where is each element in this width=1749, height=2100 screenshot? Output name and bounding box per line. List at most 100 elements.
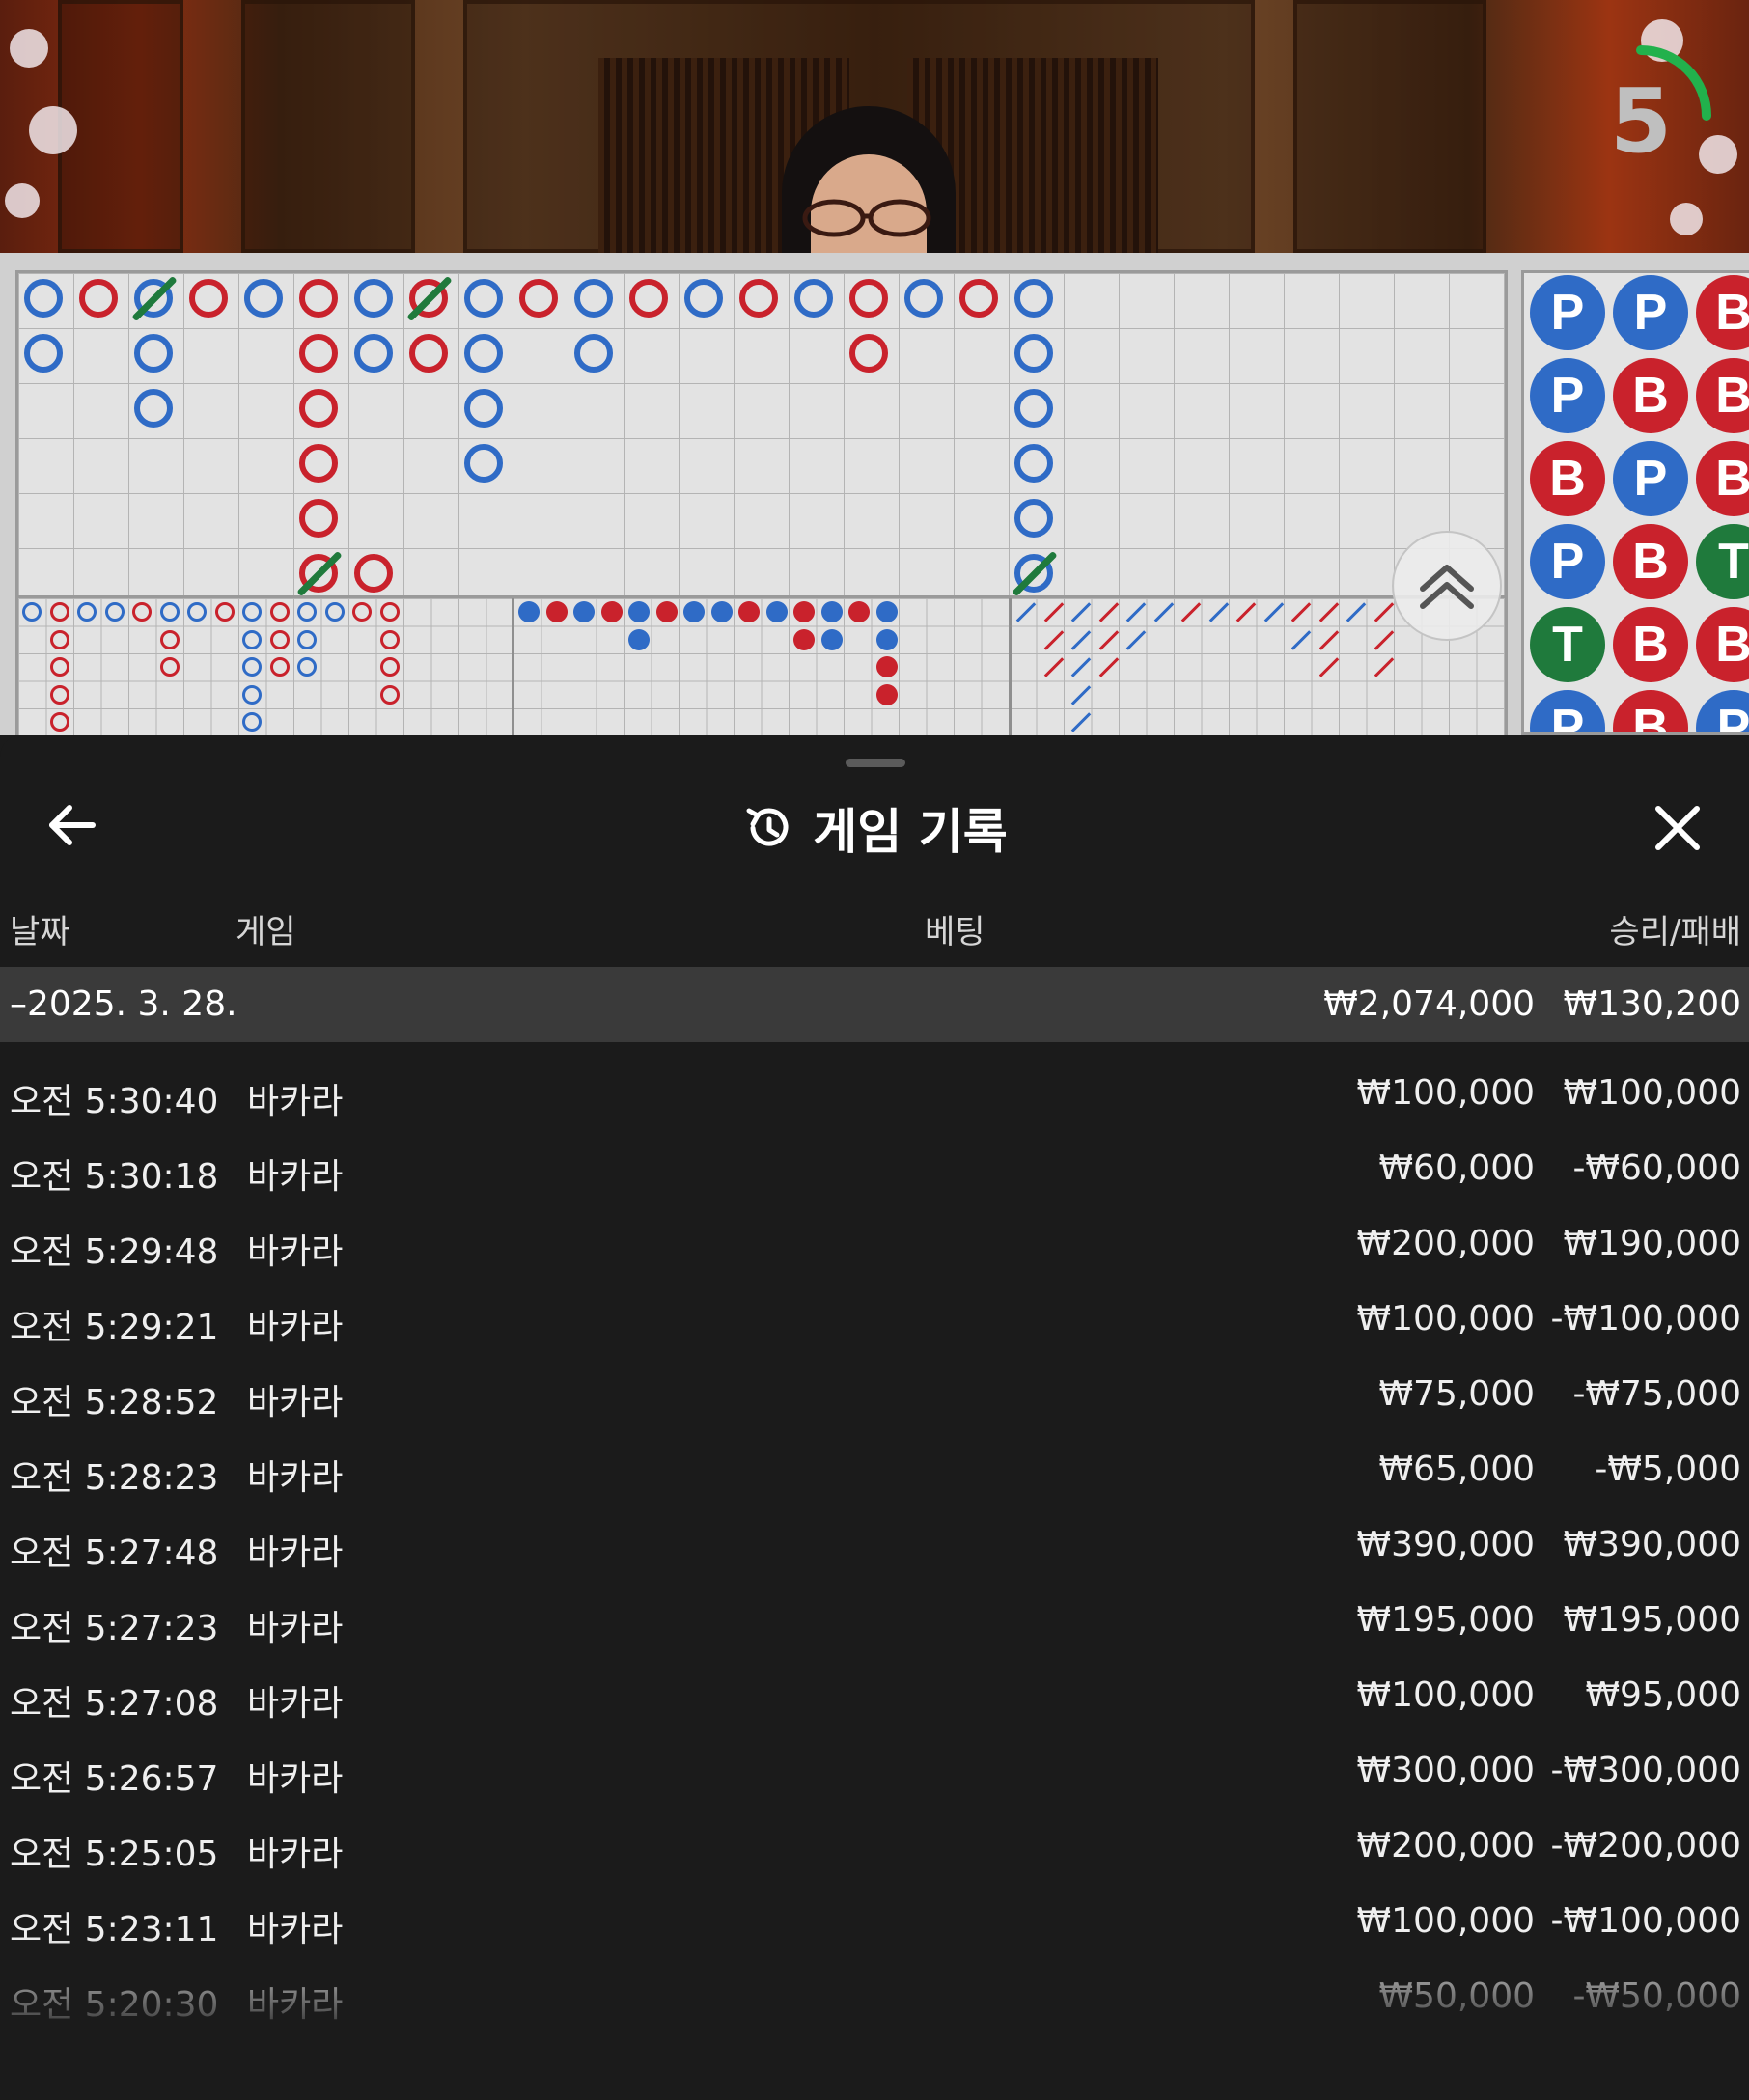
player-marker (1015, 602, 1037, 622)
banker-marker (545, 601, 568, 622)
close-button[interactable] (1641, 791, 1714, 865)
row-bet: ₩390,000 (1356, 1525, 1535, 1564)
row-game: 바카라 (247, 1157, 344, 1197)
banker-marker (132, 602, 152, 622)
history-row[interactable]: 오전 5:30:18 바카라 ₩60,000 -₩60,000 (0, 1137, 1749, 1212)
player-marker (574, 279, 613, 318)
row-game: 바카라 (247, 1534, 344, 1573)
big-road (15, 270, 1508, 598)
blossom (29, 106, 77, 154)
player-marker (794, 279, 833, 318)
history-row[interactable]: 오전 5:25:05 바카라 ₩200,000 -₩200,000 (0, 1814, 1749, 1890)
banker-marker (1043, 657, 1064, 677)
player-marker (242, 657, 262, 677)
player-marker (1014, 334, 1053, 373)
banker-marker (1374, 602, 1394, 622)
player-marker (24, 279, 63, 318)
banker-marker (299, 499, 338, 538)
date-group-win-total: ₩130,200 (1563, 984, 1741, 1024)
bead-b: B (1696, 358, 1749, 433)
blossom (10, 29, 48, 68)
player-marker (628, 628, 650, 650)
banker-marker (214, 602, 235, 622)
bead-b: B (1613, 690, 1688, 732)
row-time: 오전 5:23:11 (10, 1910, 219, 1949)
row-time: 오전 5:28:52 (10, 1383, 219, 1423)
date-group-header[interactable]: –2025. 3. 28. ₩2,074,000 ₩130,200 (0, 967, 1749, 1042)
row-time: 오전 5:28:23 (10, 1458, 219, 1498)
player-marker (1014, 499, 1053, 538)
banker-marker (1291, 602, 1312, 622)
player-marker (904, 279, 943, 318)
banker-marker (875, 656, 898, 677)
banker-marker (49, 657, 69, 677)
player-marker (1346, 602, 1367, 622)
player-marker (875, 601, 898, 622)
banker-marker (1319, 629, 1339, 650)
history-row[interactable]: 오전 5:27:23 바카라 ₩195,000 ₩195,000 (0, 1589, 1749, 1664)
banker-marker (1098, 602, 1119, 622)
player-marker (159, 602, 180, 622)
banker-marker (379, 629, 400, 649)
expand-roadmap-button[interactable] (1392, 531, 1502, 641)
history-row[interactable]: 오전 5:27:48 바카라 ₩390,000 ₩390,000 (0, 1513, 1749, 1589)
player-marker (710, 601, 733, 622)
player-marker (765, 601, 788, 622)
row-time: 오전 5:27:23 (10, 1609, 219, 1648)
player-marker (464, 444, 503, 483)
player-marker (1291, 629, 1312, 650)
row-win-loss: ₩100,000 (1563, 1073, 1741, 1113)
player-marker (573, 601, 595, 622)
banker-marker (49, 684, 69, 705)
history-row[interactable]: 오전 5:28:52 바카라 ₩75,000 -₩75,000 (0, 1363, 1749, 1438)
row-bet: ₩300,000 (1356, 1751, 1535, 1790)
banker-marker (379, 657, 400, 677)
history-row[interactable]: 오전 5:23:11 바카라 ₩100,000 -₩100,000 (0, 1890, 1749, 1965)
player-marker (684, 279, 723, 318)
banker-marker (1098, 657, 1119, 677)
history-row[interactable]: 오전 5:20:30 바카라 ₩50,000 -₩50,000 (0, 1965, 1749, 2040)
row-time: 오전 5:30:40 (10, 1082, 219, 1121)
history-row[interactable]: 오전 5:30:40 바카라 ₩100,000 ₩100,000 (0, 1062, 1749, 1137)
player-marker (464, 334, 503, 373)
player-marker (574, 334, 613, 373)
player-marker (1070, 657, 1092, 677)
row-bet: ₩100,000 (1356, 1299, 1535, 1339)
countdown-timer: 5 (1564, 39, 1718, 193)
history-row[interactable]: 오전 5:29:48 바카라 ₩200,000 ₩190,000 (0, 1212, 1749, 1287)
bead-b: B (1613, 358, 1688, 433)
row-win-loss: -₩300,000 (1550, 1751, 1741, 1790)
player-marker (187, 602, 207, 622)
banker-marker (299, 444, 338, 483)
banker-marker (189, 279, 228, 318)
banker-marker (49, 629, 69, 649)
player-marker (820, 601, 843, 622)
row-game: 바카라 (247, 1609, 344, 1648)
bead-b: B (1696, 275, 1749, 350)
row-game: 바카라 (247, 1308, 344, 1347)
player-marker (134, 334, 173, 373)
history-row[interactable]: 오전 5:28:23 바카라 ₩65,000 -₩5,000 (0, 1438, 1749, 1513)
row-win-loss: -₩60,000 (1572, 1148, 1741, 1188)
history-row[interactable]: 오전 5:26:57 바카라 ₩300,000 -₩300,000 (0, 1739, 1749, 1814)
dealer-glasses (802, 199, 931, 237)
banker-marker (1043, 629, 1064, 650)
bead-p: P (1530, 358, 1605, 433)
player-marker (1070, 712, 1092, 732)
row-time: 오전 5:27:08 (10, 1684, 219, 1724)
live-dealer-video: 5 (0, 0, 1749, 253)
banker-marker (379, 602, 400, 622)
history-row[interactable]: 오전 5:27:08 바카라 ₩100,000 ₩95,000 (0, 1664, 1749, 1739)
row-game: 바카라 (247, 1910, 344, 1949)
banker-marker (49, 712, 69, 732)
banker-marker (655, 601, 678, 622)
player-marker (464, 389, 503, 428)
date-group-bet-total: ₩2,074,000 (1323, 984, 1535, 1024)
sheet-drag-handle[interactable] (846, 759, 905, 767)
row-bet: ₩100,000 (1356, 1901, 1535, 1941)
wall-panel (241, 0, 415, 253)
bead-p: P (1613, 441, 1688, 516)
banker-marker (1098, 629, 1119, 650)
banker-marker (299, 389, 338, 428)
history-row[interactable]: 오전 5:29:21 바카라 ₩100,000 -₩100,000 (0, 1287, 1749, 1363)
